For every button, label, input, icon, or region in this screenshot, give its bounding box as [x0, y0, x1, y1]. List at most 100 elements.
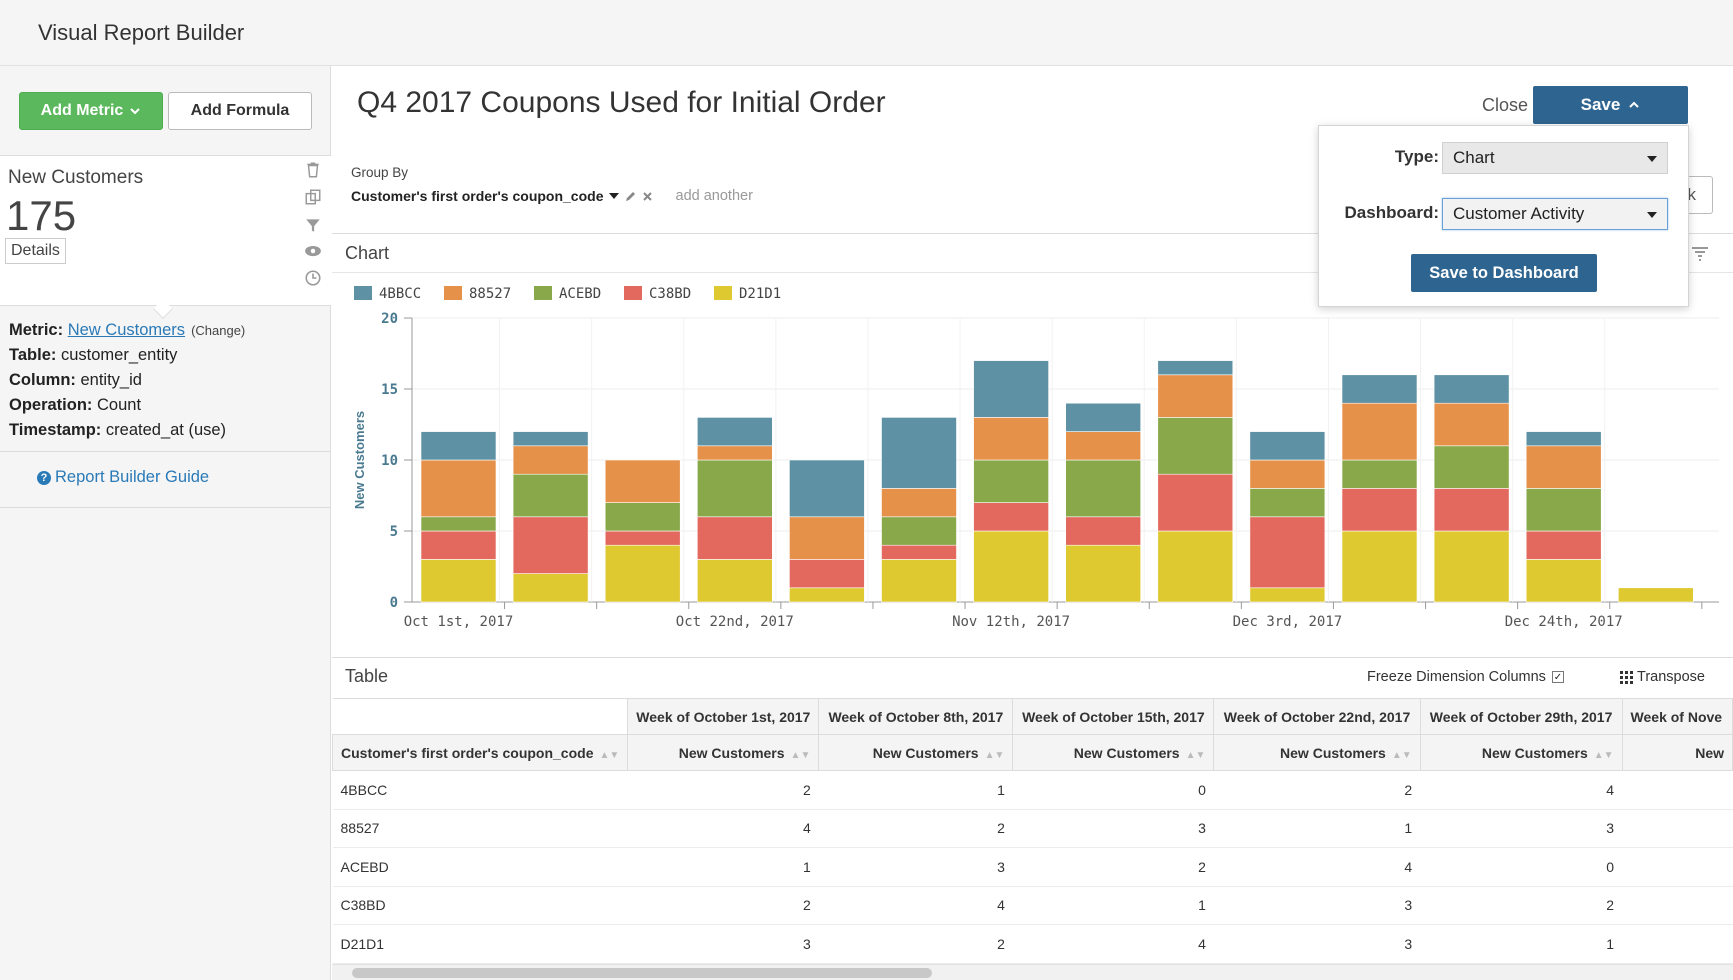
week-header[interactable]: Week of October 1st, 2017: [627, 698, 820, 735]
value-cell: 1: [1420, 924, 1623, 964]
table-row: ACEBD 1 3 2 4 0: [332, 847, 1733, 887]
bar-segment: [1065, 431, 1142, 461]
clock-icon[interactable]: [304, 269, 322, 287]
save-to-dashboard-button[interactable]: Save to Dashboard: [1411, 254, 1597, 292]
week-header[interactable]: Week of October 15th, 2017: [1012, 698, 1215, 735]
sort-icon[interactable]: ▲▼: [791, 750, 811, 761]
x-tick-label: Dec 3rd, 2017: [1233, 614, 1343, 630]
metric-header-label: New Customers: [1073, 744, 1180, 761]
week-header[interactable]: Week of October 22nd, 2017: [1213, 698, 1421, 735]
scrollbar-thumb[interactable]: [352, 968, 932, 978]
left-divider: [0, 451, 331, 452]
metric-column-header[interactable]: New Customers ▲▼: [818, 734, 1014, 771]
y-tick-label: 5: [390, 524, 398, 540]
value-cell: 2: [627, 770, 819, 810]
dashboard-select-value: Customer Activity: [1453, 204, 1585, 223]
bar-segment: [881, 544, 957, 560]
data-table: Week of October 1st, 2017 Week of Octobe…: [332, 698, 1733, 980]
coupon-code-cell: D21D1: [332, 924, 628, 964]
type-select[interactable]: Chart: [1442, 142, 1668, 174]
bar-segment: [1157, 530, 1234, 603]
chevron-down-icon: [130, 108, 141, 115]
dimension-column-header[interactable]: Customer's first order's coupon_code ▲▼: [332, 734, 629, 771]
save-button[interactable]: Save: [1533, 86, 1688, 124]
coupon-code-cell: 88527: [332, 809, 628, 848]
bar-segment: [696, 559, 773, 603]
caret-down-icon: [1647, 212, 1657, 218]
add-formula-button[interactable]: Add Formula: [168, 92, 312, 130]
sort-icon[interactable]: ▲▼: [985, 750, 1005, 761]
metric-column-header[interactable]: New Customers ▲▼: [1012, 734, 1215, 771]
details-button[interactable]: Details: [5, 238, 66, 264]
week-header[interactable]: Week of October 8th, 2017: [818, 698, 1014, 735]
bar-segment: [1249, 431, 1326, 461]
week-header[interactable]: Week of October 29th, 2017: [1419, 698, 1623, 735]
bar-segment: [696, 417, 773, 447]
caret-down-icon[interactable]: [608, 192, 619, 200]
bar-segment: [1157, 473, 1234, 532]
sort-icon[interactable]: ▲▼: [600, 750, 620, 761]
metric-column-header[interactable]: New Customers ▲▼: [1213, 734, 1421, 771]
week-header[interactable]: Week of Nove: [1621, 698, 1733, 735]
report-title[interactable]: Q4 2017 Coupons Used for Initial Order: [357, 86, 886, 120]
pencil-icon[interactable]: [624, 190, 637, 203]
trash-icon[interactable]: [304, 161, 322, 179]
metric-card[interactable]: New Customers 175 Details: [0, 155, 331, 306]
freeze-checkbox[interactable]: ✓: [1551, 671, 1564, 683]
report-builder-guide-link[interactable]: ? Report Builder Guide: [37, 468, 209, 487]
filter-icon[interactable]: [304, 216, 322, 234]
bar-segment: [973, 530, 1049, 603]
horizontal-scrollbar[interactable]: [332, 964, 1733, 980]
close-button[interactable]: Close: [1482, 95, 1528, 116]
sort-icon[interactable]: ▲▼: [1186, 750, 1206, 761]
transpose-label: Transpose: [1637, 669, 1705, 685]
value-cell: 3: [818, 847, 1013, 887]
bar-segment: [1065, 402, 1142, 432]
metric-header-label: New Customers: [1280, 744, 1386, 761]
add-another-group-link[interactable]: add another: [676, 188, 753, 204]
app-title: Visual Report Builder: [38, 20, 245, 45]
sort-icon[interactable]: ▲▼: [1594, 750, 1614, 761]
change-link[interactable]: (Change): [191, 323, 245, 338]
value-cell: 2: [818, 924, 1013, 964]
metric-column-header[interactable]: New: [1621, 734, 1733, 771]
dimension-header-label: Customer's first order's coupon_code: [341, 744, 594, 761]
transpose-button[interactable]: Transpose: [1620, 669, 1705, 685]
y-tick-label: 10: [381, 453, 398, 469]
metric-column-header[interactable]: New Customers ▲▼: [627, 734, 820, 771]
bar-segment: [789, 587, 865, 603]
bar-segment: [973, 502, 1049, 532]
y-tick-label: 20: [381, 311, 398, 327]
bar-segment: [420, 530, 497, 560]
legend-label: C38BD: [649, 286, 691, 302]
bar-segment: [1433, 374, 1510, 404]
legend-swatch: [354, 286, 372, 300]
add-metric-button[interactable]: Add Metric: [19, 92, 163, 130]
bar-segment: [1341, 459, 1418, 489]
bar-segment: [973, 459, 1049, 503]
bar-segment: [881, 417, 957, 489]
metric-header-label: New Customers: [678, 744, 785, 761]
freeze-dimension-toggle[interactable]: Freeze Dimension Columns ✓: [1367, 669, 1564, 685]
value-cell: 1: [818, 770, 1013, 810]
group-by-value[interactable]: Customer's first order's coupon_code: [351, 188, 604, 204]
guide-divider: [0, 507, 331, 508]
bar-segment: [973, 417, 1049, 461]
value-cell: 2: [627, 886, 819, 925]
metric-column-header[interactable]: New Customers ▲▼: [1419, 734, 1623, 771]
sort-icon[interactable]: ▲▼: [1392, 750, 1412, 761]
value-cell: 0: [1012, 770, 1214, 810]
dashboard-select[interactable]: Customer Activity: [1442, 198, 1668, 230]
value-cell: 4: [627, 809, 819, 848]
bar-segment: [604, 502, 681, 532]
chart-filter-icon[interactable]: [1690, 244, 1710, 264]
bar-segment: [789, 516, 865, 560]
remove-icon[interactable]: [642, 191, 653, 202]
metric-card-value: 175: [6, 192, 77, 239]
copy-icon[interactable]: [304, 188, 322, 206]
group-by-selector[interactable]: Customer's first order's coupon_code add…: [351, 188, 753, 204]
value-cell: 3: [1420, 809, 1623, 848]
coupon-code-cell: ACEBD: [332, 847, 628, 887]
eye-icon[interactable]: [304, 242, 322, 260]
metric-link[interactable]: New Customers: [68, 321, 185, 339]
